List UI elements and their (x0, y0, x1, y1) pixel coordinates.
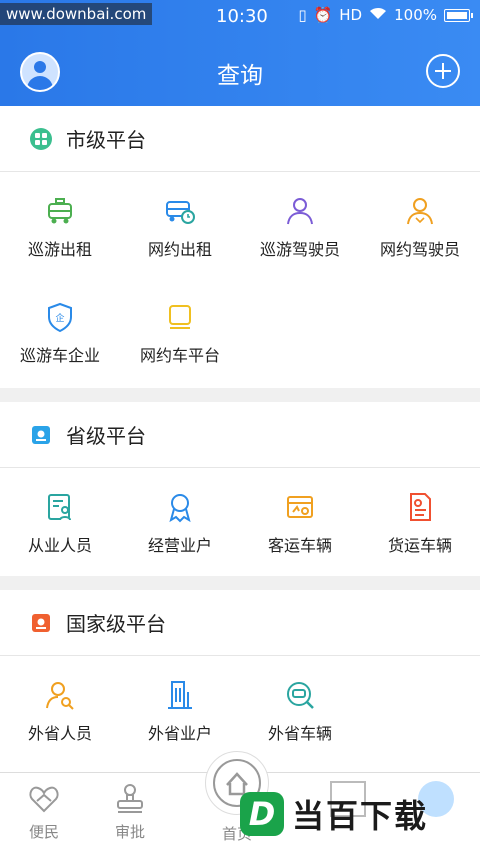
app-header: 查询 (0, 34, 480, 106)
logo-letter: D (240, 792, 284, 836)
menu-item-label: 经营业户 (147, 536, 212, 555)
taxi-icon (43, 194, 77, 228)
section-national-platform: 国家级平台 外省人员 外省业户 外省车辆 (0, 590, 480, 772)
menu-item-label: 网约出租 (147, 240, 212, 259)
menu-item-operators[interactable]: 经营业户 (120, 468, 240, 574)
tablet-icon (163, 300, 197, 334)
menu-item-label: 外省业户 (147, 724, 212, 743)
person-search-icon (43, 678, 77, 712)
tab-label: 审批 (114, 823, 145, 841)
section-title: 省级平台 (66, 424, 146, 448)
page-title: 查询 (217, 63, 263, 89)
grid-icon (30, 127, 52, 150)
section-title: 国家级平台 (66, 612, 166, 636)
shield-icon: 企 (43, 300, 77, 334)
menu-item-label: 网约车平台 (139, 346, 220, 365)
section-header: 省级平台 (0, 402, 480, 468)
menu-item-online-taxi[interactable]: 网约出租 (120, 172, 240, 278)
section-header: 市级平台 (0, 106, 480, 172)
vibrate-icon: ▯ (298, 6, 307, 24)
id-card-person-icon (43, 490, 77, 524)
menu-item-label: 网约驾驶员 (379, 240, 460, 259)
section-title: 市级平台 (66, 128, 146, 152)
book-icon (30, 424, 52, 446)
section-province-platform: 省级平台 从业人员 经营业户 客运车辆 货运车辆 (0, 402, 480, 576)
menu-item-practitioners[interactable]: 从业人员 (0, 468, 120, 574)
car-clock-icon (163, 194, 197, 228)
status-time: 10:30 (216, 6, 268, 27)
svg-text:企: 企 (55, 312, 64, 324)
menu-item-label: 巡游出租 (27, 240, 92, 259)
menu-item-cruise-company[interactable]: 企 巡游车企业 (0, 278, 120, 384)
menu-item-label: 巡游车企业 (19, 346, 100, 365)
menu-item-freight-vehicles[interactable]: 货运车辆 (360, 468, 480, 574)
menu-item-passenger-vehicles[interactable]: 客运车辆 (240, 468, 360, 574)
tab-convenience[interactable]: 便民 (4, 781, 84, 842)
system-icons: ▯ ⏰ HD 100% (298, 6, 473, 24)
tab-approval[interactable]: 审批 (90, 781, 170, 842)
menu-item-out-of-province-operators[interactable]: 外省业户 (120, 656, 240, 762)
battery-icon (444, 8, 473, 22)
logo-text: 当百下载 (292, 797, 429, 835)
menu-item-online-platform[interactable]: 网约车平台 (120, 278, 240, 384)
section-city-platform: 市级平台 巡游出租 网约出租 巡游驾驶员 网约驾驶员 企 巡游车企业 网约车平台 (0, 106, 480, 388)
wifi-icon (369, 6, 387, 24)
menu-item-out-of-province-persons[interactable]: 外省人员 (0, 656, 120, 762)
person-icon (403, 194, 437, 228)
building-icon (163, 678, 197, 712)
menu-item-label: 外省车辆 (267, 724, 332, 743)
section-header: 国家级平台 (0, 590, 480, 656)
badge-icon (163, 490, 197, 524)
add-button[interactable] (426, 54, 460, 88)
menu-item-cruise-taxi[interactable]: 巡游出租 (0, 172, 120, 278)
heart-hand-icon (27, 781, 61, 815)
watermark: www.downbai.com (0, 3, 153, 25)
status-bar: www.downbai.com 10:30 ▯ ⏰ HD 100% (0, 0, 480, 34)
document-icon (403, 490, 437, 524)
tab-label: 便民 (28, 823, 59, 841)
battery-percent: 100% (394, 6, 437, 24)
menu-item-label: 货运车辆 (387, 536, 452, 555)
download-site-logo: D 当百下载 (240, 786, 428, 842)
menu-item-label: 外省人员 (27, 724, 92, 743)
menu-item-label: 巡游驾驶员 (259, 240, 340, 259)
menu-item-online-driver[interactable]: 网约驾驶员 (360, 172, 480, 278)
alarm-icon: ⏰ (313, 6, 333, 24)
person-icon (283, 194, 317, 228)
menu-item-out-of-province-vehicles[interactable]: 外省车辆 (240, 656, 360, 762)
book-icon (30, 612, 52, 634)
menu-item-label: 从业人员 (27, 536, 92, 555)
hd-label: HD (339, 6, 363, 24)
stamp-icon (113, 781, 147, 815)
car-search-icon (283, 678, 317, 712)
menu-item-cruise-driver[interactable]: 巡游驾驶员 (240, 172, 360, 278)
menu-item-label: 客运车辆 (267, 536, 332, 555)
card-search-icon (283, 490, 317, 524)
